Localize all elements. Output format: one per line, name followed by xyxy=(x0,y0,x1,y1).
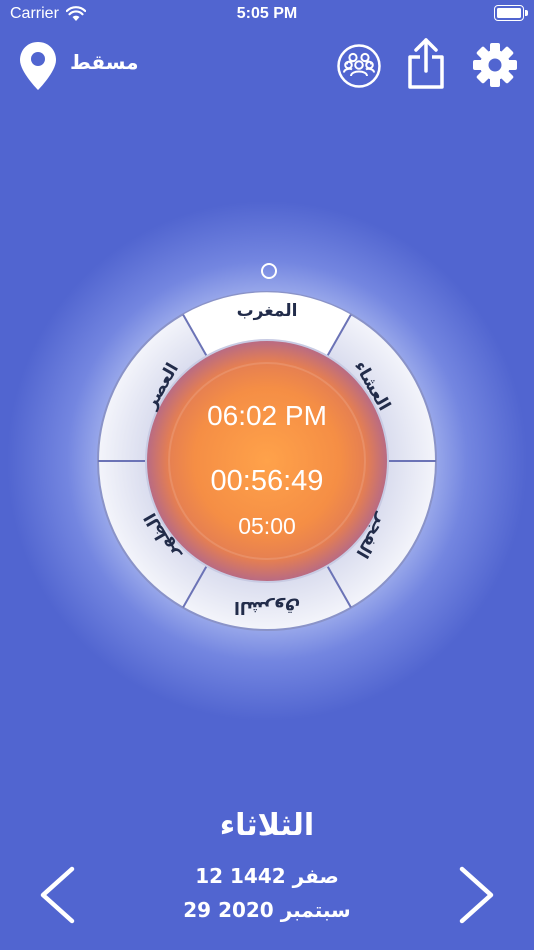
previous-day-arrow-icon[interactable] xyxy=(38,866,76,924)
hijri-date: 12 صفر 1442 xyxy=(195,864,339,888)
secondary-time: 05:00 xyxy=(238,513,296,539)
next-day-arrow-icon[interactable] xyxy=(458,866,496,924)
countdown-timer: 00:56:49 xyxy=(210,465,324,497)
prayer-sunrise-label[interactable]: الشروق xyxy=(197,597,337,617)
prayer-maghrib-label[interactable]: المغرب xyxy=(197,301,337,321)
gregorian-date: 29 سبتمبر 2020 xyxy=(183,898,351,922)
prayer-times-screen: Carrier 5:05 PM مسقط المغرب العشاء الفجر… xyxy=(0,0,534,950)
day-name: الثلاثاء xyxy=(219,808,315,843)
current-prayer-time: 06:02 PM xyxy=(207,400,327,431)
sun-position-marker xyxy=(261,263,277,279)
